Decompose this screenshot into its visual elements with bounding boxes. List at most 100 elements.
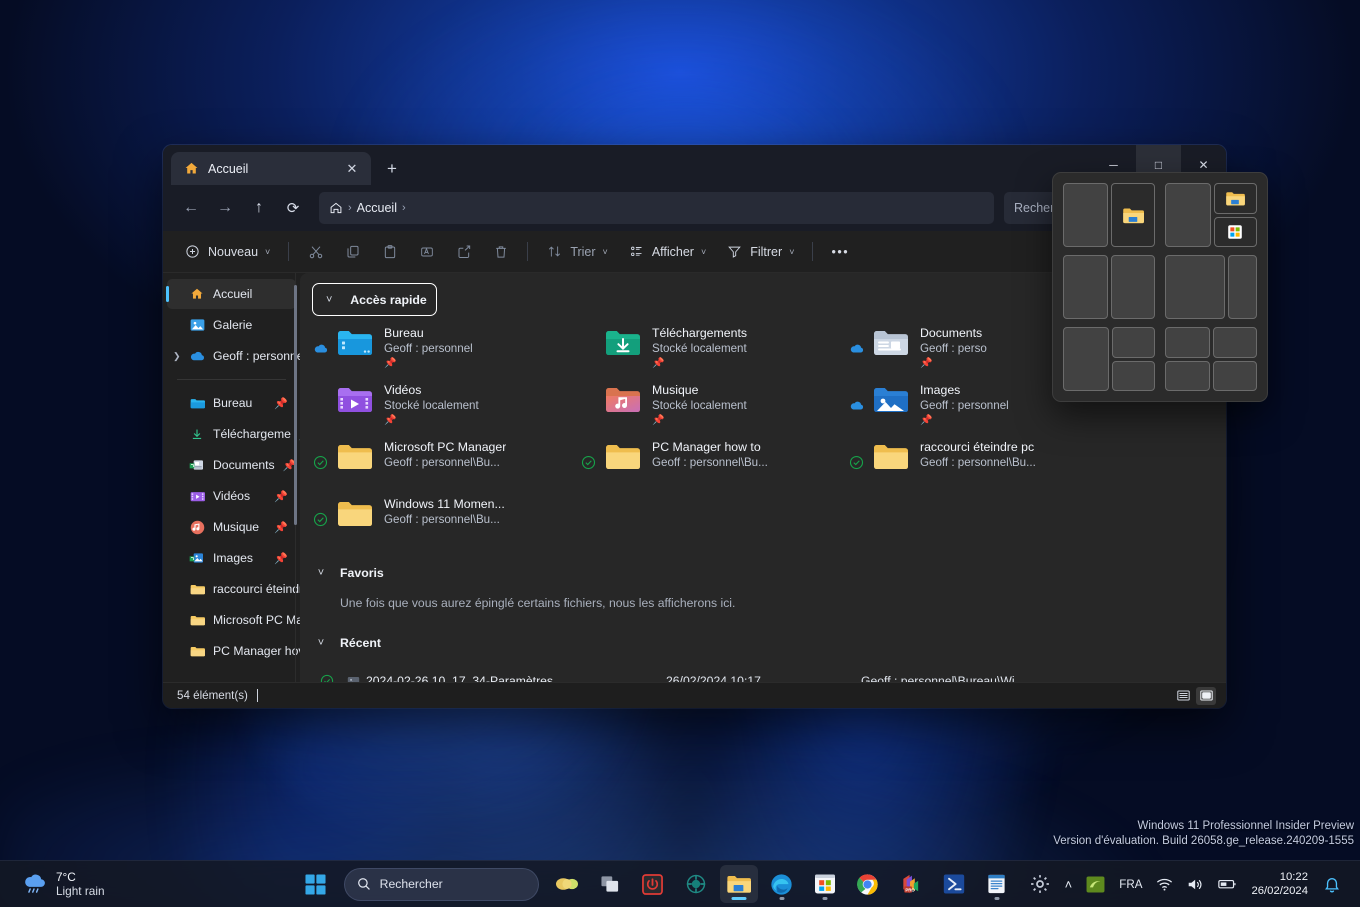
rename-button[interactable] [409,237,444,267]
snap-zone[interactable] [1165,360,1210,391]
snap-layouts-flyout[interactable] [1052,172,1268,402]
sort-button[interactable]: Trier ˅ [537,237,617,267]
tray-expand-chevron-icon[interactable]: ˄ [1059,867,1079,901]
chevron-right-icon[interactable]: ❯ [173,341,181,371]
snap-zone[interactable] [1165,255,1225,319]
powershell-icon[interactable] [935,865,973,903]
new-tab-button[interactable]: + [377,154,407,184]
up-button[interactable]: ↑ [243,192,275,224]
tile-telechargements[interactable]: Téléchargements Stocké localement 📌 [568,324,836,381]
snap-layout-two-columns-equal[interactable] [1063,183,1155,247]
task-view-icon[interactable] [591,865,629,903]
cut-button[interactable] [298,237,333,267]
details-view-button[interactable] [1173,687,1193,705]
battery-icon[interactable] [1212,867,1243,901]
notepad-icon[interactable] [978,865,1016,903]
sidebar-item-videos[interactable]: Vidéos 📌 [167,481,296,511]
settings-icon[interactable] [1021,865,1059,903]
sidebar-item-pc-manager-how-to[interactable]: PC Manager hov [167,636,300,666]
snap-zone[interactable] [1227,255,1257,319]
tile-pc-manager-how-to[interactable]: PC Manager how to Geoff : personnel\Bu..… [568,438,836,495]
tile-raccourci-eteindre-pc[interactable]: raccourci éteindre pc Geoff : personnel\… [836,438,1104,495]
chevron-down-icon[interactable]: ˅ [322,294,336,306]
snap-zone[interactable] [1111,360,1155,391]
breadcrumb-chevron-icon[interactable]: › [400,202,408,214]
wifi-icon[interactable] [1150,867,1179,901]
tile-videos[interactable]: Vidéos Stocké localement 📌 [300,381,568,438]
tile-microsoft-pc-manager[interactable]: Microsoft PC Manager Geoff : personnel\B… [300,438,568,495]
microsoft-edge-icon[interactable] [763,865,801,903]
snap-zone[interactable] [1063,183,1108,247]
tile-bureau[interactable]: Bureau Geoff : personnel 📌 [300,324,568,381]
pin-icon[interactable]: 📌 [274,397,288,410]
large-icons-view-button[interactable] [1196,686,1216,705]
google-chrome-icon[interactable] [849,865,887,903]
snap-zone[interactable] [1165,183,1211,247]
snap-zone[interactable] [1110,255,1155,319]
taskbar-search-input[interactable]: Rechercher [343,867,539,901]
bell-icon[interactable] [1318,867,1346,901]
sidebar-item-microsoft-pc-manager[interactable]: Microsoft PC Ma [167,605,300,635]
delete-button[interactable] [483,237,518,267]
pin-icon[interactable]: 📌 [274,521,288,534]
new-button[interactable]: Nouveau ˅ [175,237,279,267]
volume-icon[interactable] [1181,867,1210,901]
view-button[interactable]: Afficher ˅ [619,237,715,267]
tile-windows-11-moment[interactable]: Windows 11 Momen... Geoff : personnel\Bu… [300,495,568,552]
file-explorer-icon[interactable] [719,865,758,903]
close-tab-icon[interactable]: ✕ [341,158,363,180]
snap-layout-two-columns-half[interactable] [1063,255,1155,319]
sidebar-item-images[interactable]: Images 📌 [167,543,296,573]
language-indicator[interactable]: FRA [1113,867,1148,901]
nvidia-icon[interactable] [1080,867,1111,901]
sidebar-item-musique[interactable]: Musique 📌 [167,512,296,542]
clock[interactable]: 10:22 26/02/2024 [1245,870,1316,898]
widget-teal-icon[interactable] [677,865,715,903]
copy-button[interactable] [335,237,370,267]
snap-zone[interactable] [1111,327,1155,358]
tab-accueil[interactable]: Accueil ✕ [171,152,371,185]
group-header-favoris[interactable]: ˅ Favoris [300,558,1226,588]
copilot-icon[interactable] [548,865,586,903]
tile-musique[interactable]: Musique Stocké localement 📌 [568,381,836,438]
sidebar-item-onedrive[interactable]: ❯ Geoff : personne [167,341,300,371]
pin-icon[interactable]: 📌 [274,552,288,565]
more-options-button[interactable]: ••• [822,237,858,267]
sidebar-item-telechargements[interactable]: Télécharge​me 📌 [167,419,300,449]
office-icon[interactable]: PRO [892,865,930,903]
sidebar-item-documents[interactable]: Documents 📌 [167,450,296,480]
start-button[interactable] [297,865,335,903]
microsoft-store-icon[interactable] [806,865,844,903]
forward-button[interactable]: → [209,192,241,224]
group-header-acces-rapide[interactable]: ˅ Accès rapide [312,283,437,316]
sidebar-item-accueil[interactable]: Accueil [166,279,296,309]
snap-zone[interactable] [1165,327,1210,358]
snap-zone-active[interactable] [1213,216,1257,247]
breadcrumb[interactable]: › Accueil › [319,192,994,224]
weather-widget[interactable]: 7°C Light rain [0,870,289,898]
filter-button[interactable]: Filtrer ˅ [717,237,803,267]
shutdown-shortcut-icon[interactable] [634,865,672,903]
pin-icon[interactable]: 📌 [274,490,288,503]
snap-layout-wide-left-narrow-right[interactable] [1165,255,1257,319]
chevron-down-icon[interactable]: ˅ [314,637,328,649]
snap-layout-left-full-right-stacked[interactable] [1063,327,1155,391]
sidebar-item-galerie[interactable]: Galerie [167,310,296,340]
snap-layout-left-large-right-stacked[interactable] [1165,183,1257,247]
snap-zone[interactable] [1063,255,1108,319]
snap-zone-active[interactable] [1110,183,1155,247]
sidebar-scrollbar[interactable] [294,285,297,525]
snap-zone-active[interactable] [1213,183,1257,214]
back-button[interactable]: ← [175,192,207,224]
breadcrumb-home-icon[interactable] [329,201,343,215]
sidebar-item-bureau[interactable]: Bureau 📌 [167,388,296,418]
table-row[interactable]: 2024-02-26 10_17_34-Paramètres 26/02/202… [300,668,1226,682]
refresh-button[interactable]: ⟳ [277,192,309,224]
breadcrumb-item-accueil[interactable]: Accueil [357,201,397,215]
chevron-down-icon[interactable]: ˅ [314,567,328,579]
sidebar-item-raccourci-eteindre[interactable]: raccourci éteindr [167,574,300,604]
snap-zone[interactable] [1212,327,1257,358]
snap-zone[interactable] [1212,360,1257,391]
share-button[interactable] [446,237,481,267]
group-header-recent[interactable]: ˅ Récent [300,628,1226,658]
